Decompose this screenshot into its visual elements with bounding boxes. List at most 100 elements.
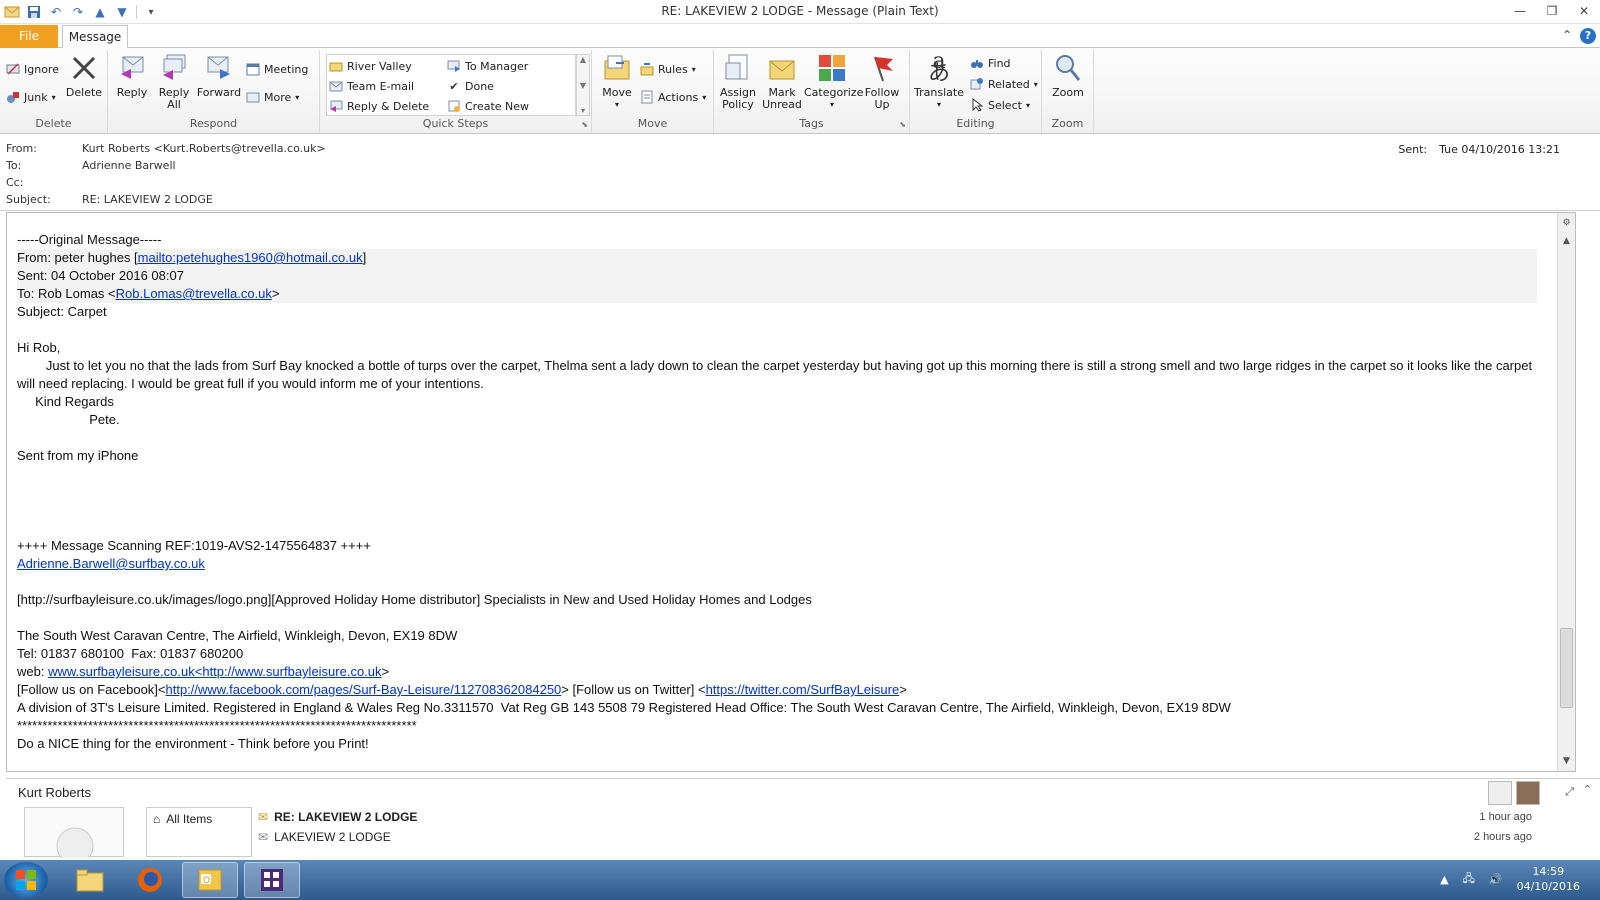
select-button[interactable]: Select ▾ (970, 96, 1030, 114)
reply-button[interactable]: Reply (112, 52, 152, 99)
assign-policy-label-line2: Policy (722, 98, 754, 111)
quick-steps-scrollbar[interactable]: ▲ ▼ ▾ (576, 54, 590, 116)
reply-all-button[interactable]: Reply All (154, 52, 194, 111)
original-to-line: To: Rob Lomas <Rob.Lomas@trevella.co.uk> (17, 285, 1537, 303)
related-button[interactable]: Related ▾ (970, 75, 1038, 93)
email-link[interactable]: Adrienne.Barwell@surfbay.co.uk (17, 556, 205, 571)
meeting-label: Meeting (264, 62, 309, 76)
follow-up-button[interactable]: Follow Up (862, 52, 902, 111)
rules-button[interactable]: Rules ▾ (640, 60, 696, 78)
restore-button[interactable]: ❐ (1536, 0, 1568, 22)
volume-icon[interactable]: 🔊 (1489, 873, 1503, 886)
dialog-launcher-icon[interactable]: ⬊ (581, 120, 588, 129)
message-body[interactable]: -----Original Message----- From: peter h… (6, 212, 1576, 772)
nav-all-items-label: All Items (166, 812, 213, 826)
calendar-icon (246, 62, 260, 76)
message-paragraph: Just to let you no that the lads from Su… (17, 358, 1536, 391)
mark-unread-button[interactable]: Mark Unread (762, 52, 802, 111)
web-link[interactable]: www.surfbayleisure.co.uk (48, 664, 195, 679)
vertical-scrollbar[interactable]: ⚙ ▲ ▼ (1557, 213, 1575, 771)
person-icon[interactable] (1488, 781, 1512, 805)
expand-icon[interactable]: ⤢ (1565, 785, 1574, 799)
actions-button[interactable]: Actions ▾ (640, 88, 706, 106)
find-button[interactable]: Find (970, 54, 1011, 72)
taskbar: O ▲ 🖧 🔊 14:59 04/10/2016 (0, 860, 1600, 900)
zoom-group-label: Zoom (1051, 117, 1084, 130)
mailto-link[interactable]: mailto:petehughes1960@hotmail.co.uk (138, 250, 363, 265)
expand-gallery-icon[interactable]: ▾ (581, 106, 585, 115)
chevron-up-icon[interactable]: ⌃ (1583, 783, 1592, 796)
scroll-up-icon[interactable]: ▲ (580, 55, 586, 64)
dialog-launcher-icon[interactable]: ⬊ (899, 120, 906, 129)
chevron-down-icon: ▾ (936, 100, 941, 109)
ignore-icon (6, 62, 20, 76)
tab-file[interactable]: File (0, 25, 58, 48)
sent-label: Sent: (1398, 143, 1428, 156)
create-new-icon (447, 99, 461, 113)
move-button[interactable]: Move ▾ (596, 52, 638, 111)
categorize-label: Categorize (804, 86, 864, 99)
scroll-down-icon[interactable]: ▼ (580, 81, 586, 90)
ignore-button[interactable]: Ignore (6, 60, 59, 78)
envelope-icon: ✉ (258, 830, 269, 844)
taskbar-firefox[interactable] (122, 862, 178, 898)
clock[interactable]: 14:59 04/10/2016 (1517, 864, 1580, 894)
subject-label: Subject: (6, 193, 51, 206)
twitter-link[interactable]: https://twitter.com/SurfBayLeisure (706, 682, 900, 697)
delete-button[interactable]: Delete (64, 52, 104, 99)
tab-message[interactable]: Message (62, 25, 128, 49)
minimize-button[interactable]: — (1504, 0, 1536, 22)
clock-time: 14:59 (1532, 865, 1565, 878)
quick-step-reply-delete[interactable]: Reply & Delete (329, 97, 429, 115)
quick-step-river-valley[interactable]: River Valley (329, 57, 412, 75)
binoculars-icon (970, 56, 984, 70)
show-hidden-icons-icon[interactable]: ▲ (1440, 873, 1448, 886)
quick-step-create-new[interactable]: Create New (447, 97, 529, 115)
translate-button[interactable]: aあ Translate ▾ (914, 51, 964, 111)
close-button[interactable]: ✕ (1568, 0, 1600, 22)
web-link[interactable]: <http://www.surfbayleisure.co.uk (195, 664, 382, 679)
minimize-ribbon-icon[interactable]: ⌃ (1562, 28, 1572, 44)
tags-group-label: Tags (799, 117, 824, 130)
chevron-down-icon: ▾ (829, 100, 834, 109)
help-icon[interactable]: ? (1580, 28, 1596, 44)
text: To: Rob Lomas < (17, 286, 116, 301)
page-options-icon[interactable]: ⚙ (1558, 215, 1575, 231)
scroll-thumb[interactable] (1560, 628, 1573, 708)
from-value[interactable]: Kurt Roberts <Kurt.Roberts@trevella.co.u… (82, 142, 326, 158)
quick-step-to-manager[interactable]: To Manager (447, 57, 528, 75)
nav-all-items[interactable]: ⌂ All Items (147, 808, 251, 830)
scroll-up-icon[interactable]: ▲ (1558, 233, 1575, 249)
taskbar-outlook[interactable]: O (182, 862, 238, 898)
text: web: (17, 664, 49, 679)
reply-all-label-line2: All (167, 98, 181, 111)
text: From: peter hughes [ (17, 250, 138, 265)
network-icon[interactable]: 🖧 (1463, 870, 1475, 889)
categorize-button[interactable]: Categorize ▾ (804, 52, 864, 111)
quick-step-team-email[interactable]: Team E-mail (329, 77, 414, 95)
text: [Follow us on Facebook]< (17, 682, 166, 697)
assign-policy-button[interactable]: Assign Policy (716, 52, 760, 111)
avatar[interactable] (1516, 781, 1540, 805)
flag-icon (866, 52, 898, 84)
meeting-button[interactable]: Meeting (246, 60, 308, 78)
facebook-link[interactable]: http://www.facebook.com/pages/Surf-Bay-L… (166, 682, 562, 697)
zoom-button[interactable]: Zoom (1046, 52, 1090, 99)
svg-text:O: O (203, 875, 210, 885)
start-button[interactable] (4, 862, 48, 898)
list-item[interactable]: ✉ LAKEVIEW 2 LODGE 2 hours ago (252, 827, 1552, 847)
message-header: From: Kurt Roberts <Kurt.Roberts@trevell… (0, 135, 1600, 211)
junk-button[interactable]: Junk ▾ (6, 88, 56, 106)
taskbar-app[interactable] (244, 862, 300, 898)
forward-button[interactable]: Forward (196, 52, 242, 99)
taskbar-explorer[interactable] (62, 862, 118, 898)
quick-step-label: Create New (465, 99, 530, 113)
quick-step-label: Team E-mail (347, 79, 415, 93)
to-value[interactable]: Adrienne Barwell (82, 159, 176, 175)
scroll-down-icon[interactable]: ▼ (1558, 753, 1575, 769)
email-link[interactable]: Rob.Lomas@trevella.co.uk (116, 286, 272, 301)
quick-step-done[interactable]: ✔ Done (447, 77, 494, 95)
more-button[interactable]: More ▾ (246, 88, 299, 106)
original-from-line: From: peter hughes [mailto:petehughes196… (17, 249, 1537, 267)
list-item[interactable]: ✉ RE: LAKEVIEW 2 LODGE 1 hour ago (252, 807, 1552, 827)
